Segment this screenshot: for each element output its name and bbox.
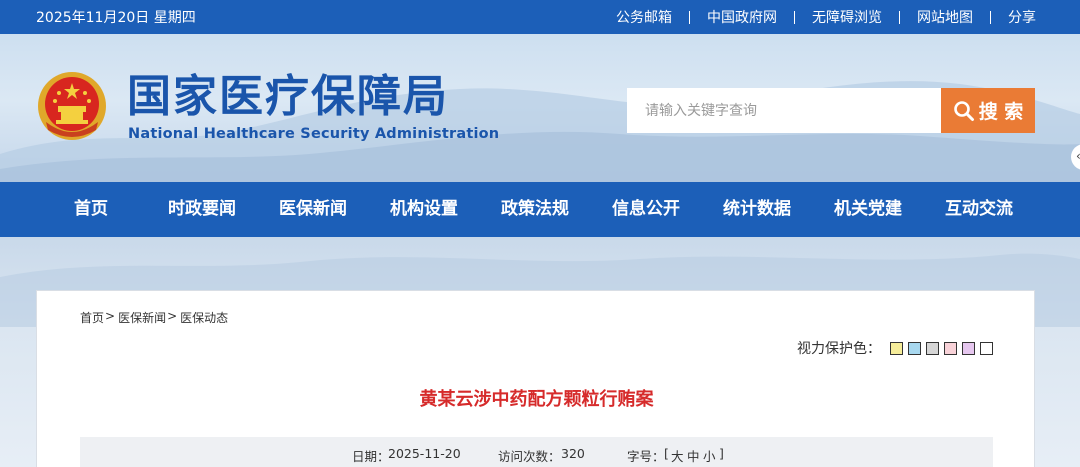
breadcrumb-separator: > — [167, 309, 178, 323]
swatch-purple[interactable] — [962, 341, 975, 355]
breadcrumb-separator: > — [105, 309, 116, 323]
views-label: 访问次数： — [498, 449, 561, 464]
site-header: 国家医疗保障局 National Healthcare Security Adm… — [0, 34, 1080, 182]
search-input[interactable] — [627, 88, 941, 133]
article-meta: 日期： 2025-11-20 访问次数： 320 字号： [ 大 中 小 ] — [80, 437, 993, 467]
article-title: 黄某云涉中药配方颗粒行贿案 — [419, 389, 654, 410]
nav-item-party-building[interactable]: 机关党建 — [834, 182, 902, 237]
font-size-label: 字号： — [627, 449, 665, 464]
link-share[interactable]: 分享 — [1008, 7, 1036, 27]
breadcrumb-insurance-updates[interactable]: 医保动态 — [180, 309, 228, 326]
swatch-pink[interactable] — [944, 341, 957, 355]
article-card: 首页 > 医保新闻 > 医保动态 视力保护色： 黄某云涉中药配方颗粒行贿案 日期… — [36, 290, 1035, 467]
eye-protection-color: 视力保护色： — [797, 338, 998, 358]
nav-item-politics-news[interactable]: 时政要闻 — [168, 182, 236, 237]
swatch-white[interactable] — [980, 341, 993, 355]
nav-item-insurance-news[interactable]: 医保新闻 — [279, 182, 347, 237]
nav-item-info-disclosure[interactable]: 信息公开 — [612, 182, 680, 237]
divider — [990, 10, 991, 24]
link-gov-portal[interactable]: 中国政府网 — [707, 7, 777, 27]
divider — [899, 10, 900, 24]
divider — [794, 10, 795, 24]
link-accessibility[interactable]: 无障碍浏览 — [812, 7, 882, 27]
view-count: 320 — [561, 446, 585, 461]
date-label: 日期： — [352, 449, 390, 464]
eye-protection-label: 视力保护色： — [797, 341, 881, 357]
nav-item-policies[interactable]: 政策法规 — [501, 182, 569, 237]
top-links: 公务邮箱 中国政府网 无障碍浏览 网站地图 分享 — [616, 7, 1036, 27]
bracket-open: [ — [664, 446, 669, 461]
font-small-button[interactable]: 小 — [703, 446, 716, 465]
breadcrumb-home[interactable]: 首页 — [80, 309, 104, 326]
article-date: 2025-11-20 — [388, 446, 461, 461]
search-box: 搜 索 — [627, 88, 1035, 133]
national-emblem — [38, 72, 106, 140]
top-bar: 2025年11月20日 星期四 公务邮箱 中国政府网 无障碍浏览 网站地图 分享 — [0, 0, 1080, 34]
font-large-button[interactable]: 大 — [671, 446, 684, 465]
font-medium-button[interactable]: 中 — [687, 446, 700, 465]
divider — [689, 10, 690, 24]
nav-item-interaction[interactable]: 互动交流 — [945, 182, 1013, 237]
swatch-yellow[interactable] — [890, 341, 903, 355]
swatch-blue[interactable] — [908, 341, 921, 355]
nav-item-organization[interactable]: 机构设置 — [390, 182, 458, 237]
current-date: 2025年11月20日 星期四 — [36, 10, 196, 26]
swatch-gray[interactable] — [926, 341, 939, 355]
site-title-en: National Healthcare Security Administrat… — [128, 126, 500, 142]
breadcrumb-insurance-news[interactable]: 医保新闻 — [118, 309, 166, 326]
search-icon — [953, 100, 974, 121]
link-sitemap[interactable]: 网站地图 — [917, 7, 973, 27]
bracket-close: ] — [719, 446, 724, 461]
main-nav: 首页 时政要闻 医保新闻 机构设置 政策法规 信息公开 统计数据 机关党建 互动… — [0, 182, 1080, 237]
link-official-mail[interactable]: 公务邮箱 — [616, 7, 672, 27]
search-button[interactable]: 搜 索 — [941, 88, 1035, 133]
site-title-cn: 国家医疗保障局 — [127, 71, 449, 122]
chevron-left-icon: ‹ — [1076, 149, 1080, 163]
search-button-label: 搜 索 — [978, 101, 1024, 123]
nav-item-home[interactable]: 首页 — [74, 182, 108, 237]
nav-item-statistics[interactable]: 统计数据 — [723, 182, 791, 237]
breadcrumb: 首页 > 医保新闻 > 医保动态 — [80, 309, 228, 326]
